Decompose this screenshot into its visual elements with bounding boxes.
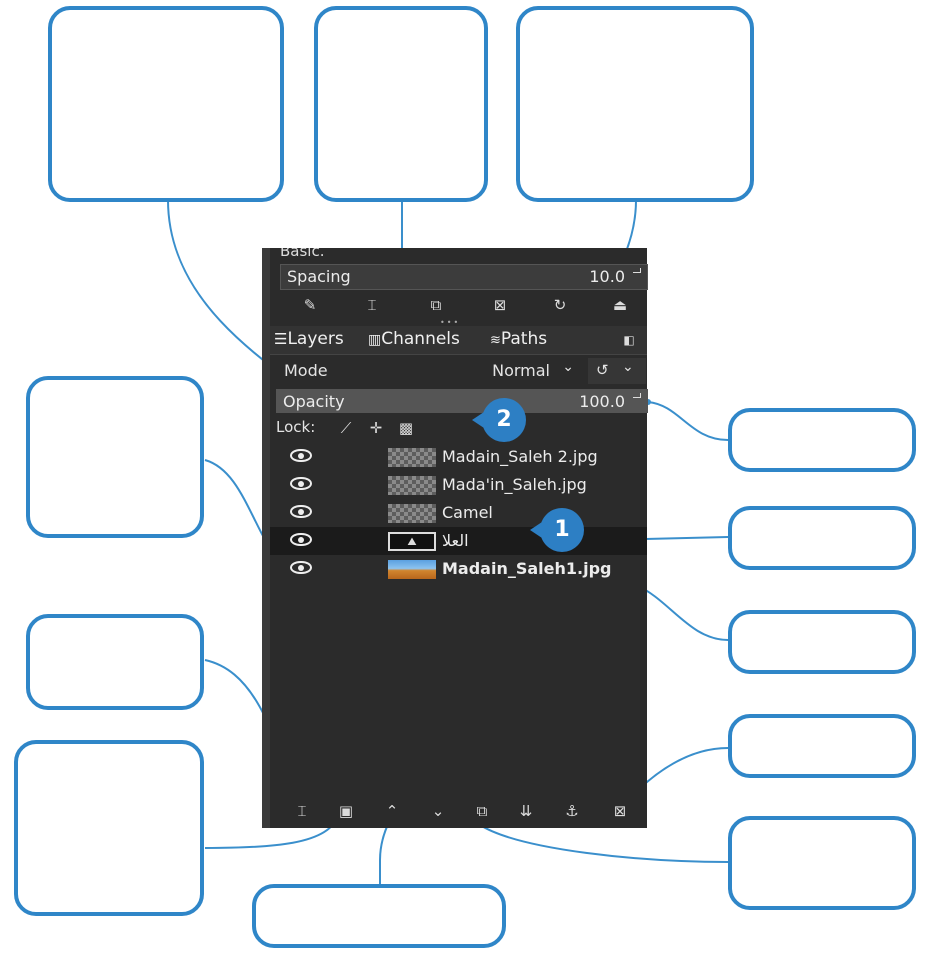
layer-list: Madain_Saleh 2.jpg Mada'in_Saleh.jpg Cam…: [270, 443, 647, 783]
new-layer-group-icon[interactable]: ▣: [336, 801, 356, 821]
delete-brush-icon[interactable]: ⊠: [490, 295, 510, 315]
callout-box-right-2: [728, 506, 916, 570]
open-brush-folder-icon[interactable]: ⏏: [610, 295, 630, 315]
visibility-eye-icon[interactable]: [290, 449, 312, 462]
tab-paths[interactable]: ≋Paths: [490, 326, 547, 352]
lock-alpha-icon[interactable]: ▩: [396, 418, 416, 438]
channels-icon: ▥: [368, 332, 382, 348]
dock-menu-icon[interactable]: ◧: [619, 330, 639, 350]
layer-row[interactable]: Camel: [270, 499, 647, 527]
brush-preset-row[interactable]: Basic.: [270, 248, 647, 262]
layer-name: العلا: [442, 531, 469, 550]
spacing-value: 10.0: [589, 267, 625, 286]
callout-box-top-left: [48, 6, 284, 202]
tab-paths-label: Paths: [500, 329, 548, 349]
visibility-eye-icon[interactable]: [290, 561, 312, 574]
layer-name: Madain_Saleh1.jpg: [442, 559, 612, 578]
layers-icon: ☰: [274, 330, 288, 348]
callout-box-top-middle: [314, 6, 488, 202]
layer-bottom-toolbar: ⌶ ▣ ⌃ ⌄ ⧉ ⇊ ⚓ ⊠: [270, 796, 647, 826]
brush-toolbar: ✎ ⌶ ⧉ ⊠ ↻ ⏏: [270, 292, 647, 318]
mode-dropdown[interactable]: Normal ⌄: [360, 358, 582, 384]
opacity-spinner-icon[interactable]: [632, 393, 643, 411]
callout-box-right-4: [728, 714, 916, 778]
visibility-eye-icon[interactable]: [290, 533, 312, 546]
merge-layer-icon[interactable]: ⇊: [516, 801, 536, 821]
marker-2: 2: [472, 398, 526, 442]
layer-thumbnail: [388, 504, 436, 523]
new-layer-icon[interactable]: ⌶: [292, 801, 312, 821]
refresh-brush-icon[interactable]: ↻: [550, 295, 570, 315]
brush-preset-label: Basic.: [280, 248, 325, 260]
undo-icon: ↺: [596, 361, 609, 379]
callout-box-top-right: [516, 6, 754, 202]
chevron-down-icon: ⌄: [622, 359, 634, 375]
tab-layers-label: Layers: [287, 329, 344, 349]
reset-mode-button[interactable]: ↺ ⌄: [588, 358, 646, 384]
layer-row-selected[interactable]: ⛰ العلا: [270, 527, 647, 555]
visibility-eye-icon[interactable]: [290, 477, 312, 490]
layer-thumbnail: [388, 560, 436, 579]
tab-channels[interactable]: ▥Channels: [368, 326, 460, 352]
dock-tabs: ☰Layers ▥Channels ≋Paths ◧: [270, 326, 647, 355]
paths-icon: ≋: [490, 333, 501, 348]
chevron-down-icon: ⌄: [562, 359, 574, 375]
lower-layer-icon[interactable]: ⌄: [428, 801, 448, 821]
callout-box-right-5: [728, 816, 916, 910]
spacing-label: Spacing: [287, 267, 351, 286]
layers-dock-panel: Basic. Spacing 10.0 ✎ ⌶ ⧉ ⊠ ↻ ⏏ ••• ☰Lay…: [262, 248, 648, 828]
layer-thumbnail: [388, 476, 436, 495]
layer-row[interactable]: Madain_Saleh 2.jpg: [270, 443, 647, 471]
lock-row: Lock: ⟋ ✛ ▩: [270, 416, 647, 440]
callout-box-bottom: [252, 884, 506, 948]
anchor-layer-icon[interactable]: ⚓: [562, 801, 582, 821]
layer-thumbnail: [388, 448, 436, 467]
layer-name: Camel: [442, 503, 493, 522]
layer-row[interactable]: Madain_Saleh1.jpg: [270, 555, 647, 583]
layer-name: Mada'in_Saleh.jpg: [442, 475, 587, 494]
opacity-field[interactable]: Opacity 100.0: [276, 389, 648, 413]
callout-box-right-3: [728, 610, 916, 674]
raise-layer-icon[interactable]: ⌃: [382, 801, 402, 821]
lock-label: Lock:: [276, 418, 316, 436]
lock-position-icon[interactable]: ✛: [366, 418, 386, 438]
opacity-value: 100.0: [579, 392, 625, 411]
edit-brush-icon[interactable]: ✎: [300, 295, 320, 315]
visibility-eye-icon[interactable]: [290, 505, 312, 518]
tab-layers[interactable]: ☰Layers: [274, 326, 344, 352]
mode-row: Mode Normal ⌄ ↺ ⌄: [270, 356, 647, 386]
callout-box-left-2: [26, 614, 204, 710]
dock-resize-handle[interactable]: •••: [270, 318, 647, 327]
callout-box-left-3: [14, 740, 204, 916]
mode-value: Normal: [492, 361, 550, 380]
callout-box-right-1: [728, 408, 916, 472]
mode-label: Mode: [284, 361, 328, 380]
delete-layer-icon[interactable]: ⊠: [610, 801, 630, 821]
new-brush-icon[interactable]: ⌶: [362, 295, 382, 315]
callout-box-left-1: [26, 376, 204, 538]
duplicate-brush-icon[interactable]: ⧉: [426, 295, 446, 315]
spacing-field[interactable]: Spacing 10.0: [280, 264, 648, 290]
spacing-spinner-icon[interactable]: [632, 268, 643, 286]
marker-1: 1: [530, 508, 584, 552]
opacity-label: Opacity: [283, 392, 345, 411]
layer-row[interactable]: Mada'in_Saleh.jpg: [270, 471, 647, 499]
lock-pixels-icon[interactable]: ⟋: [336, 418, 356, 438]
text-layer-thumbnail: ⛰: [388, 532, 436, 551]
tab-channels-label: Channels: [381, 329, 460, 349]
layer-name: Madain_Saleh 2.jpg: [442, 447, 598, 466]
duplicate-layer-icon[interactable]: ⧉: [472, 801, 492, 821]
